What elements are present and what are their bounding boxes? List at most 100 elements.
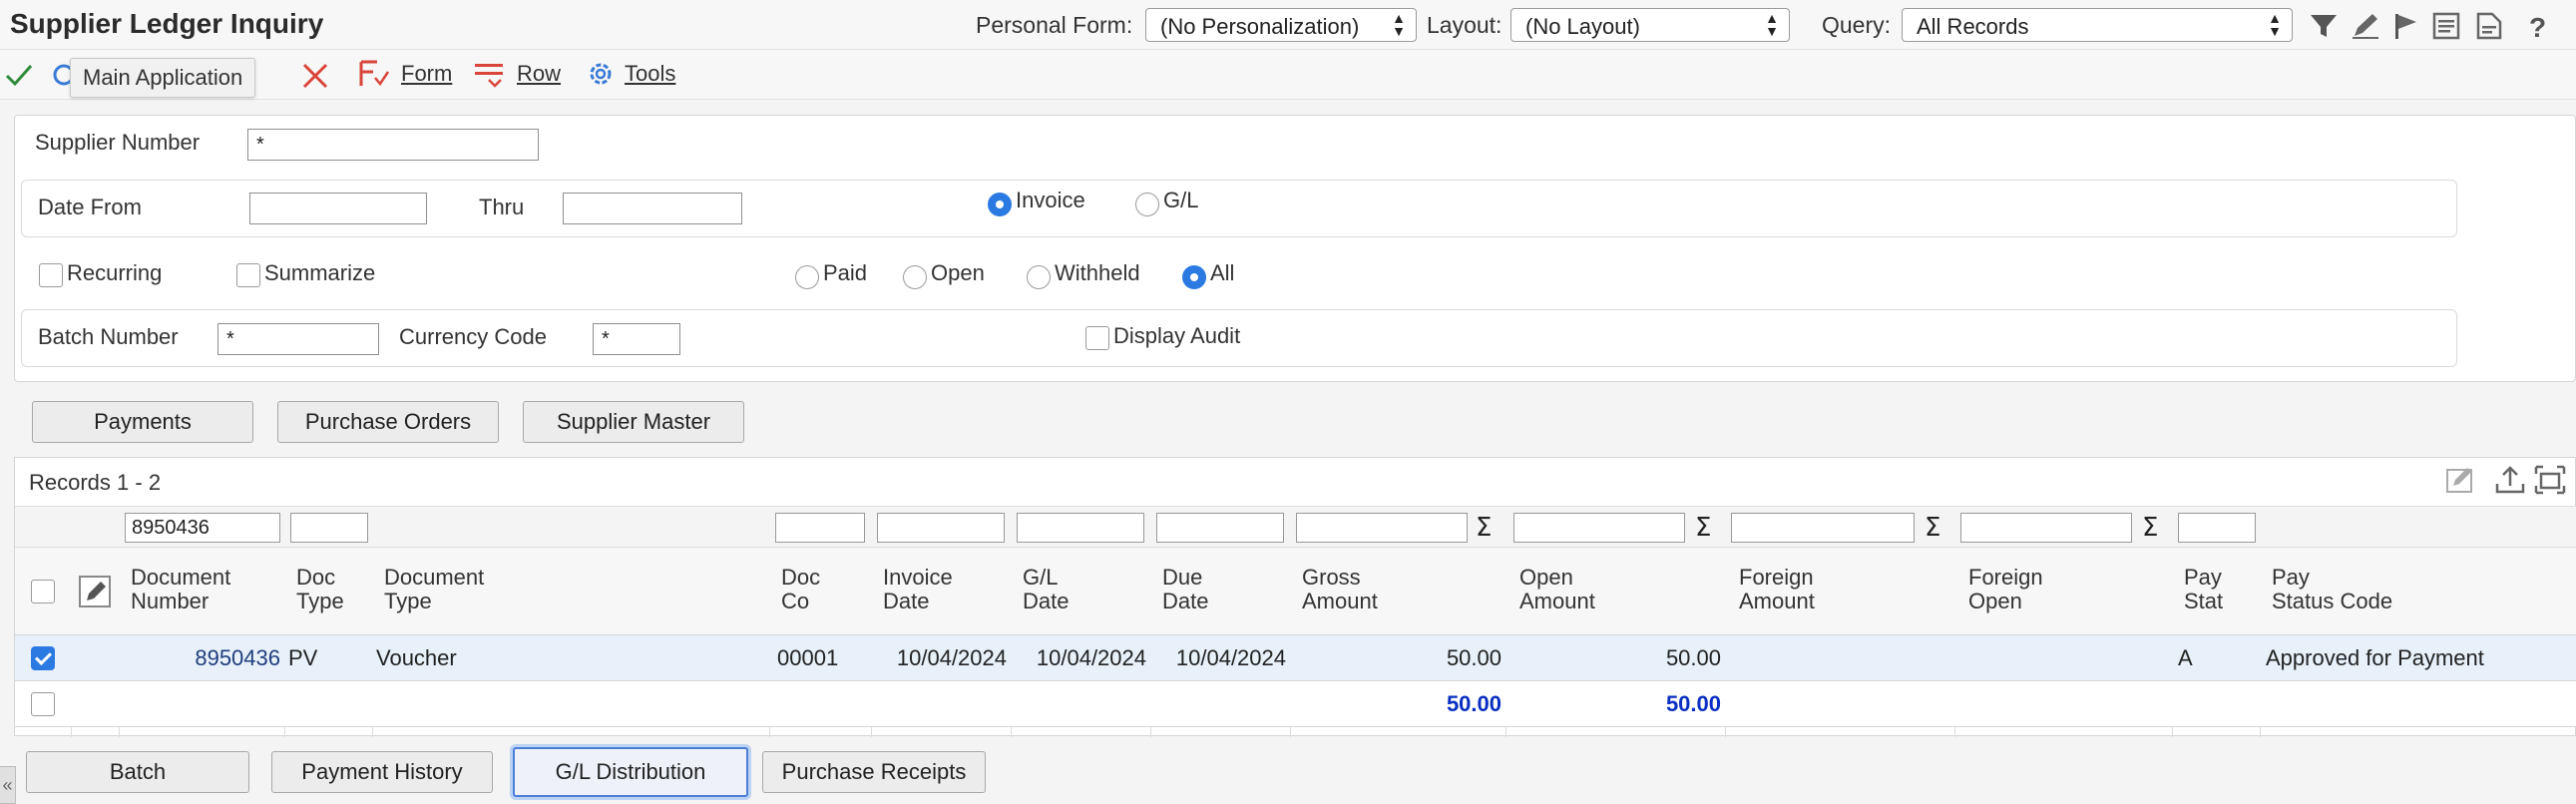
payments-button[interactable]: Payments (32, 401, 253, 443)
collapse-panel-icon[interactable]: « (0, 766, 16, 804)
purchase-orders-button[interactable]: Purchase Orders (277, 401, 499, 443)
page-title: Supplier Ledger Inquiry (10, 8, 324, 39)
totals-row-checkbox[interactable] (31, 692, 55, 716)
tools-menu-button[interactable]: Tools (585, 58, 675, 90)
col-header-gross-amount[interactable]: Gross Amount (1302, 566, 1378, 613)
gl-distribution-button[interactable]: G/L Distribution (513, 747, 748, 797)
select-all-checkbox[interactable] (31, 580, 55, 603)
query-select[interactable]: All Records ▲ ▼ (1902, 8, 2293, 42)
paid-radio[interactable] (795, 265, 819, 289)
cell-gl-date: 10/04/2024 (1036, 645, 1146, 670)
ledger-grid: Records 1 - 2 8950436 Σ Σ Σ Σ Document N… (14, 457, 2576, 737)
col-header-pay-status-code[interactable]: Pay Status Code (2272, 566, 2392, 613)
records-count: Records 1 - 2 (29, 470, 162, 495)
gl-radio[interactable] (1135, 193, 1159, 216)
col-header-doc-co[interactable]: Doc Co (781, 566, 820, 613)
filter-invoice-date[interactable] (877, 513, 1005, 543)
cell-document-number[interactable]: 8950436 (125, 645, 280, 671)
col-header-due-date[interactable]: Due Date (1162, 566, 1208, 613)
filter-foreign-open[interactable] (1960, 513, 2132, 543)
flag-icon[interactable] (2388, 10, 2422, 42)
purchase-receipts-button[interactable]: Purchase Receipts (762, 751, 986, 793)
export-icon[interactable] (2493, 464, 2527, 496)
display-audit-checkbox[interactable] (1085, 326, 1109, 350)
filter-gross-amount[interactable] (1296, 513, 1468, 543)
document-icon[interactable] (2472, 10, 2506, 42)
date-range-group: Date From Thru Invoice G/L (21, 180, 2457, 237)
col-header-document-number[interactable]: Document Number (131, 566, 230, 613)
layout-select[interactable]: (No Layout) ▲ ▼ (1510, 8, 1790, 42)
table-row[interactable]: 8950436 PV Voucher 00001 10/04/2024 10/0… (15, 635, 2576, 681)
edit-pencil-icon[interactable] (2349, 10, 2382, 42)
summarize-checkbox[interactable] (236, 263, 260, 287)
grid-edit-icon[interactable] (2443, 464, 2477, 496)
filter-doc-type[interactable] (290, 513, 368, 543)
select-arrows-icon: ▲ ▼ (2268, 10, 2282, 39)
cell-open-amount: 50.00 (1665, 645, 1721, 670)
filter-foreign-amount[interactable] (1731, 513, 1915, 543)
cell-invoice-date: 10/04/2024 (896, 645, 1007, 670)
cell-pay-stat: A (2178, 645, 2193, 670)
query-label: Query: (1822, 12, 1892, 38)
filter-open-amount[interactable] (1513, 513, 1685, 543)
filter-document-number[interactable]: 8950436 (125, 513, 280, 543)
payment-history-button[interactable]: Payment History (271, 751, 493, 793)
batch-number-label: Batch Number (38, 324, 179, 349)
cancel-x-icon[interactable] (299, 60, 331, 92)
form-menu-label: Form (401, 61, 453, 86)
select-arrows-icon: ▲ ▼ (1765, 10, 1779, 39)
grid-expand-icon[interactable] (2533, 464, 2567, 496)
list-view-icon[interactable] (2430, 10, 2464, 42)
filter-gl-date[interactable] (1017, 513, 1144, 543)
col-header-invoice-date[interactable]: Invoice Date (883, 566, 953, 613)
grid-header: Document Number Doc Type Document Type Doc C… (15, 548, 2576, 635)
row-select-checkbox[interactable] (31, 646, 55, 670)
cell-gross-amount: 50.00 (1446, 645, 1502, 670)
filter-icon[interactable] (2307, 10, 2341, 42)
row-menu-label: Row (517, 61, 562, 86)
personal-form-select[interactable]: (No Personalization) ▲ ▼ (1145, 8, 1417, 42)
cell-doc-type: PV (288, 645, 318, 670)
sum-open-icon[interactable]: Σ (1695, 513, 1711, 543)
sum-foreign-open-icon[interactable]: Σ (2142, 513, 2158, 543)
thru-input[interactable] (563, 193, 742, 224)
col-header-doc-type[interactable]: Doc Type (296, 566, 344, 613)
layout-label: Layout: (1427, 12, 1503, 38)
tooltip: Main Application (70, 58, 256, 98)
grid-edit-column-icon[interactable] (77, 574, 113, 609)
withheld-radio[interactable] (1027, 265, 1051, 289)
currency-code-input[interactable]: * (593, 323, 680, 355)
sum-gross-icon[interactable]: Σ (1476, 513, 1492, 543)
criteria-panel: Supplier Number * Date From Thru Invoice… (14, 115, 2576, 382)
recurring-checkbox[interactable] (39, 263, 63, 287)
batch-number-input[interactable]: * (217, 323, 379, 355)
supplier-master-button[interactable]: Supplier Master (523, 401, 744, 443)
col-header-gl-date[interactable]: G/L Date (1023, 566, 1069, 613)
batch-group: Batch Number * Currency Code * Display A… (21, 309, 2457, 367)
form-menu-button[interactable]: Form (357, 58, 452, 90)
col-header-document-type[interactable]: Document Type (384, 566, 484, 613)
query-value: All Records (1917, 14, 2029, 39)
open-radio[interactable] (903, 265, 927, 289)
sum-foreign-amount-icon[interactable]: Σ (1925, 513, 1940, 543)
totals-row: 50.00 50.00 (15, 681, 2576, 727)
col-header-pay-stat[interactable]: Pay Stat (2184, 566, 2223, 613)
filter-doc-co[interactable] (775, 513, 865, 543)
col-header-foreign-open[interactable]: Foreign Open (1968, 566, 2043, 613)
date-from-input[interactable] (249, 193, 427, 224)
row-menu-button[interactable]: Row (473, 58, 561, 90)
batch-button[interactable]: Batch (26, 751, 249, 793)
invoice-radio[interactable] (988, 193, 1012, 216)
all-radio[interactable] (1182, 265, 1206, 289)
filter-due-date[interactable] (1156, 513, 1284, 543)
filter-pay-stat[interactable] (2178, 513, 2256, 543)
recurring-label: Recurring (67, 260, 163, 285)
help-icon[interactable]: ? (2520, 10, 2554, 42)
col-header-foreign-amount[interactable]: Foreign Amount (1739, 566, 1815, 613)
row-icon (475, 64, 503, 88)
tools-menu-label: Tools (625, 61, 676, 86)
col-header-open-amount[interactable]: Open Amount (1519, 566, 1595, 613)
supplier-number-input[interactable]: * (247, 129, 539, 161)
all-radio-label: All (1210, 260, 1235, 285)
ok-check-icon[interactable] (4, 60, 34, 90)
